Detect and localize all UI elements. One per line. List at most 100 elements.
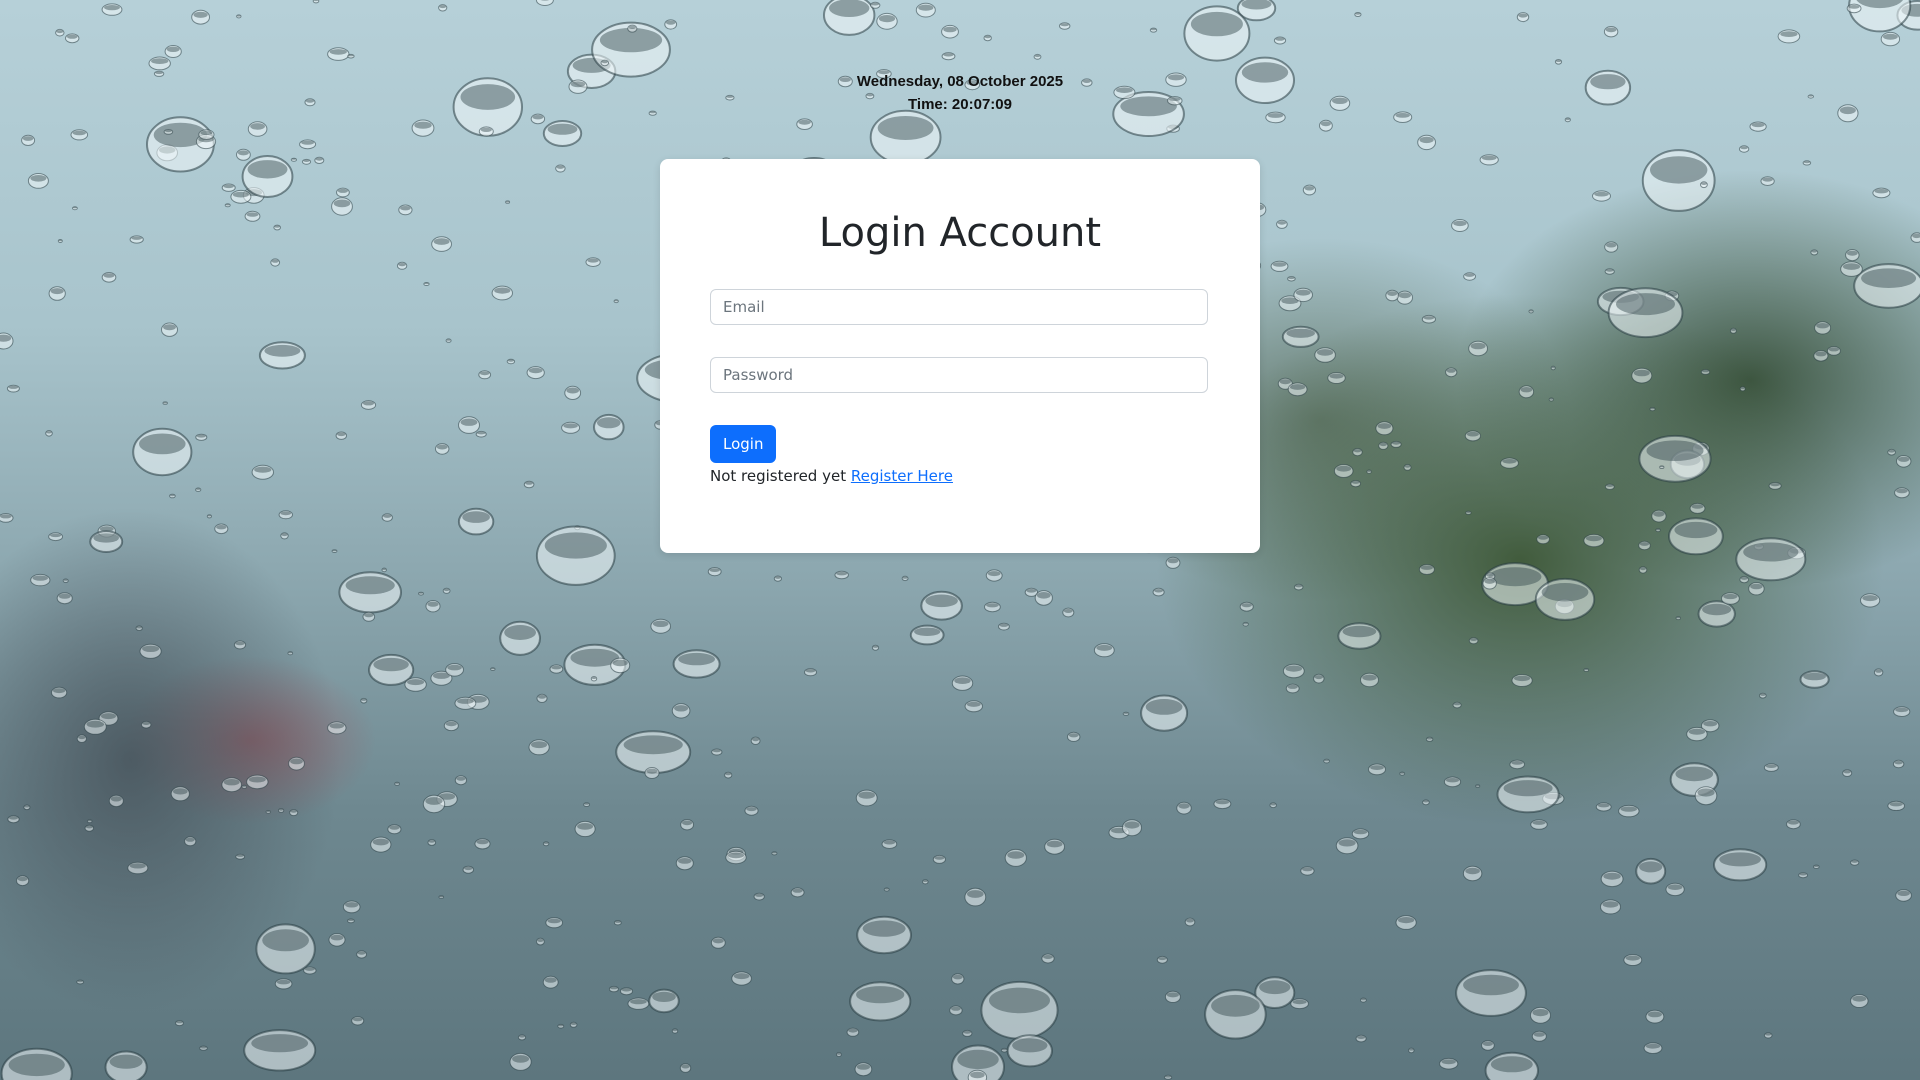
- raindrop: [1360, 997, 1367, 1003]
- raindrop: [1530, 819, 1548, 830]
- raindrop: [1122, 711, 1130, 716]
- raindrop: [1281, 325, 1320, 348]
- raindrop: [56, 592, 73, 605]
- raindrop: [1814, 321, 1832, 335]
- raindrop: [87, 819, 93, 824]
- raindrop: [871, 644, 880, 651]
- raindrop: [1396, 290, 1414, 305]
- raindrop: [650, 618, 672, 634]
- raindrop: [360, 697, 368, 704]
- raindrop: [1475, 784, 1481, 788]
- raindrop: [335, 431, 347, 440]
- raindrop: [289, 809, 299, 817]
- raindrop: [108, 794, 124, 808]
- raindrop: [303, 966, 317, 975]
- raindrop: [360, 400, 377, 410]
- password-input[interactable]: [710, 357, 1208, 393]
- raindrop: [0, 332, 14, 350]
- raindrop: [435, 443, 450, 455]
- raindrop: [1721, 592, 1740, 605]
- raindrop: [1327, 372, 1346, 384]
- email-input[interactable]: [710, 289, 1208, 325]
- raindrop: [1352, 448, 1363, 457]
- raindrop: [27, 173, 49, 189]
- raindrop: [76, 979, 85, 985]
- raindrop: [771, 851, 778, 856]
- register-link[interactable]: Register Here: [851, 467, 953, 485]
- raindrop: [710, 936, 726, 949]
- raindrop: [1314, 347, 1336, 363]
- raindrop: [70, 129, 89, 141]
- raindrop: [1689, 502, 1706, 514]
- raindrop: [290, 157, 297, 162]
- raindrop: [627, 997, 650, 1010]
- raindrop: [1528, 309, 1534, 314]
- raindrop: [280, 532, 289, 540]
- raindrop: [1550, 365, 1556, 371]
- raindrop: [731, 971, 752, 986]
- raindrop: [258, 341, 306, 370]
- raindrop: [427, 839, 437, 846]
- raindrop: [191, 9, 211, 25]
- raindrop: [672, 649, 721, 679]
- raindrop: [1729, 327, 1737, 334]
- raindrop: [1845, 249, 1860, 262]
- raindrop: [1697, 600, 1736, 628]
- raindrop: [381, 513, 393, 522]
- raindrop: [962, 1029, 973, 1037]
- raindrop: [72, 206, 78, 211]
- raindrop: [404, 677, 427, 692]
- raindrop: [274, 978, 293, 990]
- raindrop: [381, 567, 387, 573]
- raindrop: [983, 34, 992, 42]
- raindrop: [753, 892, 765, 901]
- raindrop: [491, 285, 513, 301]
- raindrop: [132, 427, 193, 477]
- raindrop: [750, 736, 761, 745]
- raindrop: [849, 981, 912, 1022]
- raindrop: [16, 875, 30, 887]
- raindrop: [235, 853, 246, 860]
- raindrop: [1439, 1057, 1459, 1070]
- raindrop: [1242, 621, 1249, 627]
- raindrop: [724, 771, 733, 779]
- raindrop: [1649, 407, 1656, 412]
- raindrop: [246, 774, 269, 790]
- raindrop: [836, 1052, 842, 1057]
- raindrop: [1360, 672, 1379, 688]
- raindrop: [347, 53, 355, 59]
- raindrop: [901, 575, 909, 582]
- raindrop: [834, 570, 849, 580]
- raindrop: [1313, 673, 1325, 684]
- raindrop: [1595, 802, 1612, 812]
- register-prompt-line: Not registered yet Register Here: [710, 465, 953, 487]
- raindrop: [535, 525, 616, 586]
- raindrop: [0, 1047, 73, 1080]
- raindrop: [1269, 802, 1277, 809]
- login-button[interactable]: Login: [710, 425, 777, 463]
- raindrop: [1062, 607, 1075, 618]
- raindrop: [1760, 176, 1775, 187]
- raindrop: [398, 204, 413, 216]
- raindrop: [528, 739, 550, 756]
- raindrop: [1287, 382, 1308, 397]
- raindrop: [613, 920, 622, 926]
- raindrop: [675, 856, 694, 871]
- raindrop: [1759, 692, 1767, 699]
- raindrop: [163, 129, 174, 135]
- raindrop: [517, 1034, 527, 1041]
- raindrop: [1335, 837, 1359, 855]
- raindrop: [951, 675, 974, 691]
- raindrop: [1583, 533, 1605, 548]
- raindrop: [362, 611, 376, 622]
- raindrop: [1462, 865, 1483, 882]
- raindrop: [1600, 899, 1621, 915]
- raindrop: [1366, 469, 1372, 474]
- raindrop: [1638, 566, 1648, 574]
- raindrop: [206, 514, 212, 519]
- raindrop: [1763, 763, 1779, 772]
- raindrop: [425, 600, 441, 613]
- raindrop: [1739, 386, 1746, 392]
- raindrop: [583, 802, 590, 807]
- raindrop: [1604, 241, 1619, 253]
